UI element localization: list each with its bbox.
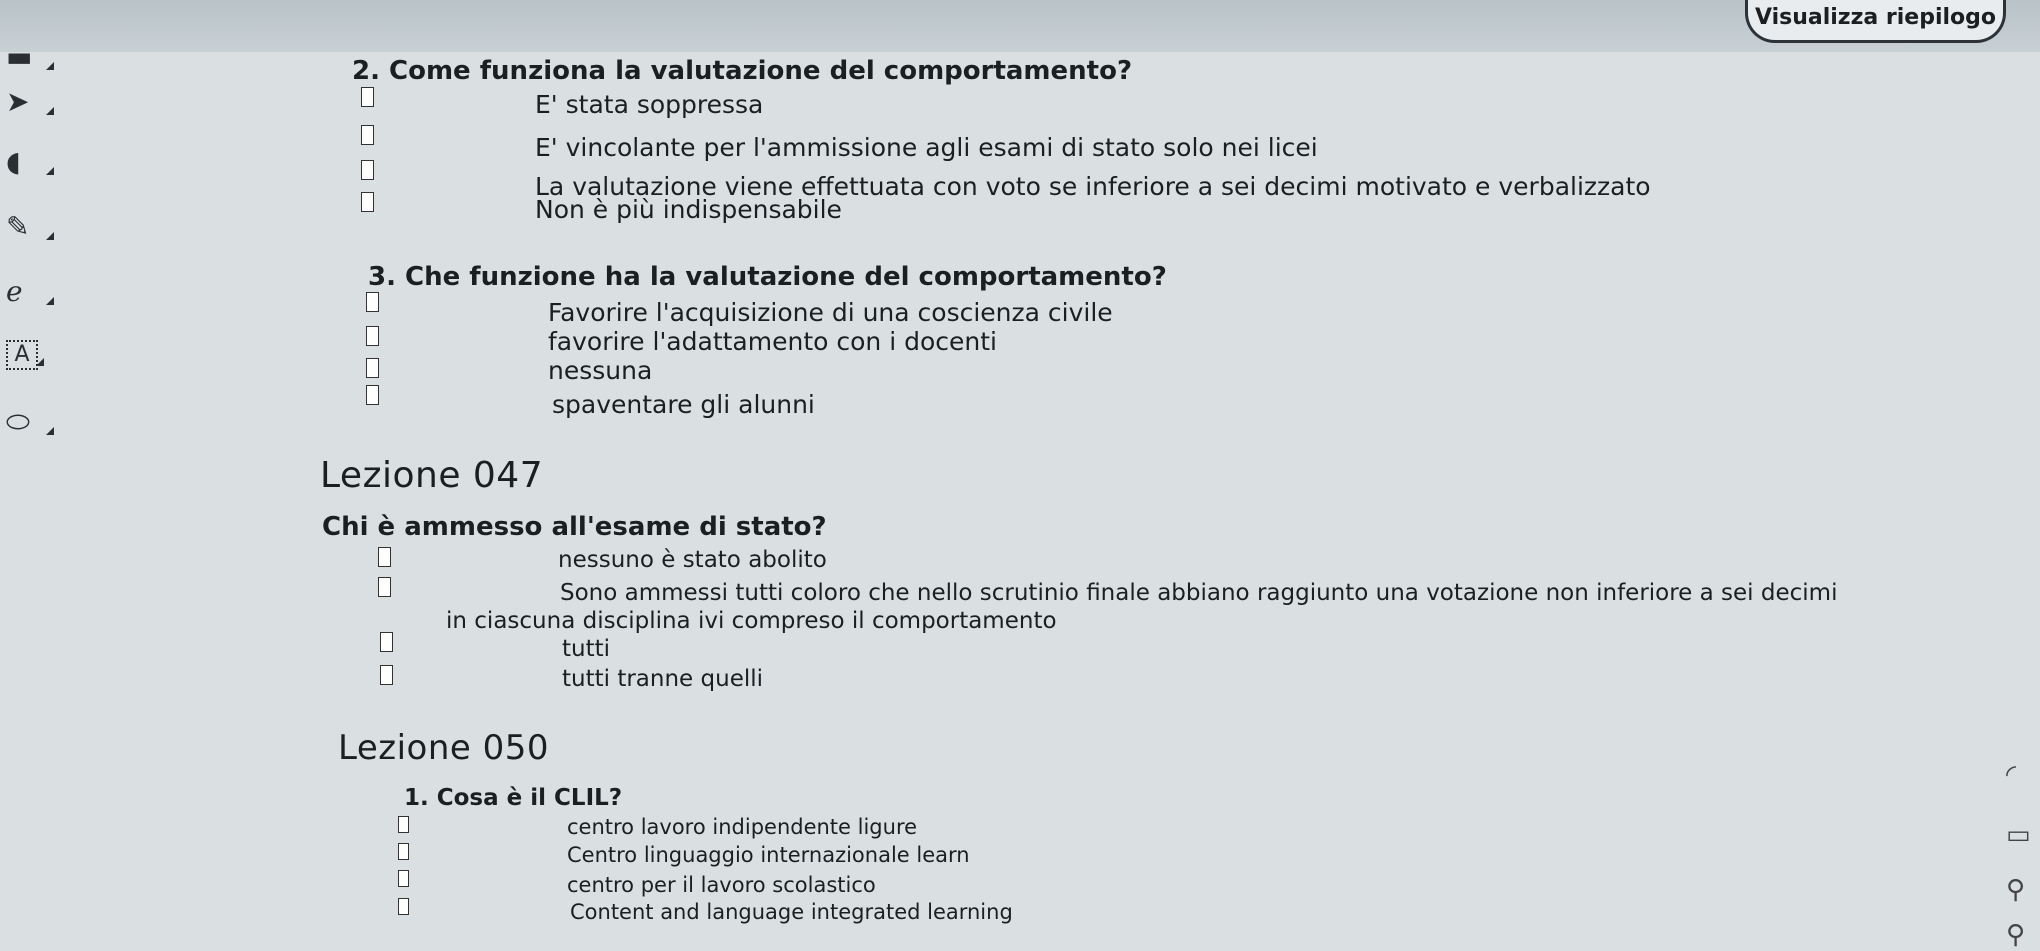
checkbox[interactable] <box>361 192 374 212</box>
lesson-047-question: Chi è ammesso all'esame di stato? <box>322 512 827 542</box>
option-label: nessuno è stato abolito <box>558 547 827 573</box>
option-label: spaventare gli alunni <box>552 390 815 419</box>
option-label: tutti <box>562 636 611 662</box>
option-label: Favorire l'acquisizione di una coscienza… <box>548 298 1113 327</box>
option-label: nessuna <box>548 356 653 385</box>
checkbox[interactable] <box>366 385 379 405</box>
checkbox[interactable] <box>361 160 374 180</box>
checkbox[interactable] <box>366 358 379 378</box>
option-label: E' stata soppressa <box>535 90 764 119</box>
question-3-title: 3. Che funzione ha la valutazione del co… <box>368 262 1167 292</box>
option-continuation: in ciascuna disciplina ivi compreso il c… <box>446 608 1057 634</box>
option-label: favorire l'adattamento con i docenti <box>548 327 997 356</box>
option-label: Content and language integrated learning <box>570 900 1013 924</box>
option-label: Centro linguaggio internazionale learn <box>567 843 970 867</box>
checkbox[interactable] <box>361 125 374 145</box>
checkbox[interactable] <box>398 843 409 860</box>
option-label: Non è più indispensabile <box>535 195 842 224</box>
option-label: E' vincolante per l'ammissione agli esam… <box>535 133 1318 162</box>
lesson-050-heading: Lezione 050 <box>338 728 550 768</box>
checkbox[interactable] <box>398 898 409 915</box>
checkbox[interactable] <box>366 292 379 312</box>
checkbox[interactable] <box>380 632 393 652</box>
checkbox[interactable] <box>378 577 391 597</box>
document-page: 2. Come funziona la valutazione del comp… <box>0 0 2040 951</box>
lesson-047-heading: Lezione 047 <box>320 455 544 496</box>
checkbox[interactable] <box>361 87 374 107</box>
option-label: Sono ammessi tutti coloro che nello scru… <box>560 580 1838 606</box>
checkbox[interactable] <box>398 870 409 887</box>
option-label: centro per il lavoro scolastico <box>567 873 876 897</box>
checkbox[interactable] <box>366 326 379 346</box>
checkbox[interactable] <box>398 816 409 833</box>
option-label: centro lavoro indipendente ligure <box>567 815 918 839</box>
option-label: tutti tranne quelli <box>562 666 764 692</box>
checkbox[interactable] <box>378 547 391 567</box>
checkbox[interactable] <box>380 665 393 685</box>
clil-question-title: 1. Cosa è il CLIL? <box>404 785 623 811</box>
question-2-title: 2. Come funziona la valutazione del comp… <box>352 56 1133 86</box>
